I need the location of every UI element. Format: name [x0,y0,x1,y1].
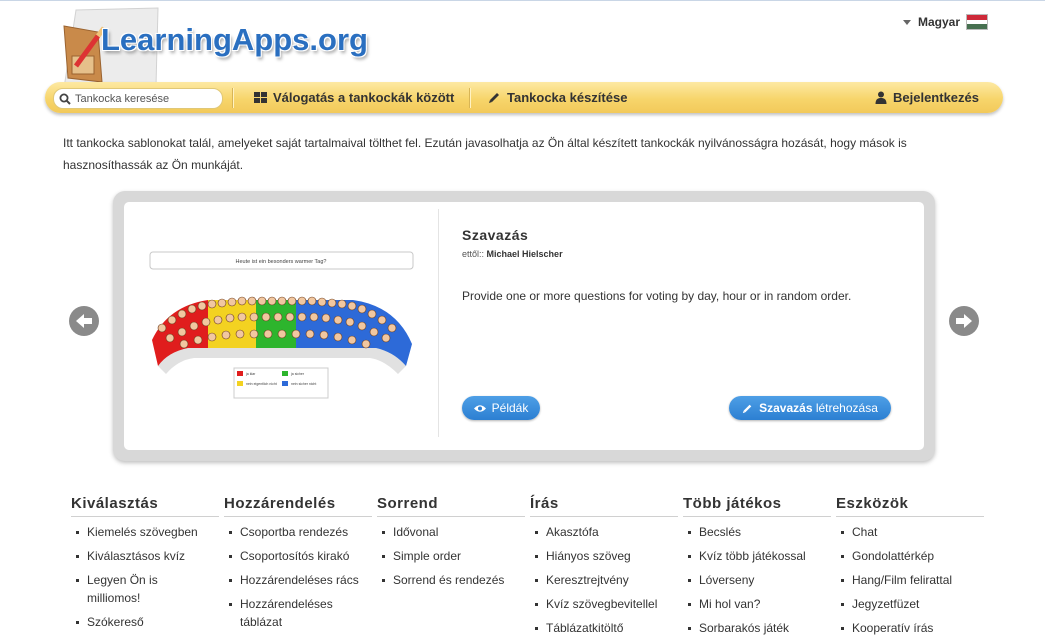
carousel-next-button[interactable] [949,306,979,336]
category-item[interactable]: Kiemelés szövegben [71,523,219,541]
category-item[interactable]: Becslés [683,523,831,541]
category-assignment: Hozzárendelés Csoportba rendezés Csoport… [224,495,372,637]
category-title: Több játékos [683,495,831,517]
category-item[interactable]: Csoportosítós kirakó [224,547,372,565]
nav-create-app[interactable]: Tankocka készítése [488,82,627,113]
nav-browse-apps[interactable]: Válogatás a tankockák között [254,82,454,113]
category-item[interactable]: Hozzárendeléses rács [224,571,372,589]
category-item[interactable]: Chat [836,523,984,541]
preview-legend-1: ja klar [245,372,256,376]
grid-icon [254,92,267,103]
category-item[interactable]: Szókereső [71,613,219,631]
category-item[interactable]: Keresztrejtvény [530,571,678,589]
category-item[interactable]: Kooperatív írás [836,619,984,637]
app-title: Szavazás [462,227,529,243]
nav-separator [232,88,233,108]
author-prefix: ettől:: [462,249,485,259]
category-item[interactable]: Jegyzetfüzet [836,595,984,613]
pencil-icon [489,93,499,103]
intro-text: Itt tankocka sablonokat talál, amelyeket… [63,136,907,172]
language-selector[interactable]: Magyar [903,13,989,31]
preview-question: Heute ist ein besonders warmer Tag? [235,259,326,265]
category-item[interactable]: Akasztófa [530,523,678,541]
category-item[interactable]: Simple order [377,547,525,565]
dropdown-arrow-icon [903,19,911,25]
category-item[interactable]: Gondolattérkép [836,547,984,565]
nav-login[interactable]: Bejelentkezés [875,82,979,113]
category-item[interactable]: Idővonal [377,523,525,541]
search-icon [59,93,71,105]
category-item[interactable]: Lóverseny [683,571,831,589]
category-title: Kiválasztás [71,495,219,517]
category-item[interactable]: Csoportba rendezés [224,523,372,541]
app-description: Provide one or more questions for voting… [462,289,852,303]
main-navigation: Válogatás a tankockák között Tankocka ké… [45,82,1003,113]
nav-login-label: Bejelentkezés [893,90,979,105]
create-app-button[interactable]: Szavazás létrehozása [729,396,891,420]
hungarian-flag-icon [966,14,989,30]
app-author-line: ettől:: Michael Hielscher [462,249,563,259]
category-tools: Eszközök Chat Gondolattérkép Hang/Film f… [836,495,984,643]
category-item[interactable]: Hang/Film felirattal [836,571,984,589]
top-border [0,0,1045,1]
category-title: Eszközök [836,495,984,517]
eye-icon [473,404,486,412]
category-item[interactable]: Táblázatkitöltő [530,619,678,637]
category-multiplayer: Több játékos Becslés Kvíz több játékossa… [683,495,831,643]
preview-legend-4: nein sicher nicht [291,382,316,386]
category-item[interactable]: Hozzárendeléses táblázat [224,595,350,631]
nav-separator [469,88,470,108]
category-selection: Kiválasztás Kiemelés szövegben Kiválaszt… [71,495,219,637]
category-item[interactable]: Hiányos szöveg [530,547,678,565]
examples-button[interactable]: Példák [462,396,540,420]
language-label: Magyar [918,15,961,29]
search-input[interactable] [71,92,215,105]
user-icon [875,91,887,104]
category-item[interactable]: Mi hol van? [683,595,831,613]
pencil-icon [742,404,752,413]
category-title: Hozzárendelés [224,495,372,517]
create-app-label-rest: létrehozása [812,401,878,415]
category-title: Írás [530,495,678,517]
nav-create-label: Tankocka készítése [507,90,628,105]
logo-text[interactable]: LearningApps.org [101,22,368,58]
category-item[interactable]: Kiválasztásos kvíz [71,547,219,565]
carousel-prev-button[interactable] [69,306,99,336]
category-title: Sorrend [377,495,525,517]
app-preview-image[interactable]: Heute ist ein besonders warmer Tag? ja k… [148,248,416,408]
arrow-left-icon [76,314,92,328]
arrow-right-icon [956,314,972,328]
category-order: Sorrend Idővonal Simple order Sorrend és… [377,495,525,595]
category-item[interactable]: Sorrend és rendezés [377,571,525,589]
preview-legend-3: nein eigentlich nicht [246,382,277,386]
create-app-label-bold: Szavazás [759,401,813,415]
search-box[interactable] [53,88,223,109]
category-item[interactable]: Kvíz szövegbevitellel [530,595,678,613]
category-item[interactable]: Sorbarakós játék [683,619,831,637]
examples-label: Példák [491,401,529,415]
author-name[interactable]: Michael Hielscher [487,249,563,259]
preview-legend-2: ja sicher [290,372,305,376]
nav-browse-label: Válogatás a tankockák között [273,90,455,105]
category-item[interactable]: Legyen Ön is milliomos! [71,571,187,607]
category-writing: Írás Akasztófa Hiányos szöveg Keresztrej… [530,495,678,643]
slide-divider [438,209,439,437]
category-item[interactable]: Kvíz több játékossal [683,547,831,565]
